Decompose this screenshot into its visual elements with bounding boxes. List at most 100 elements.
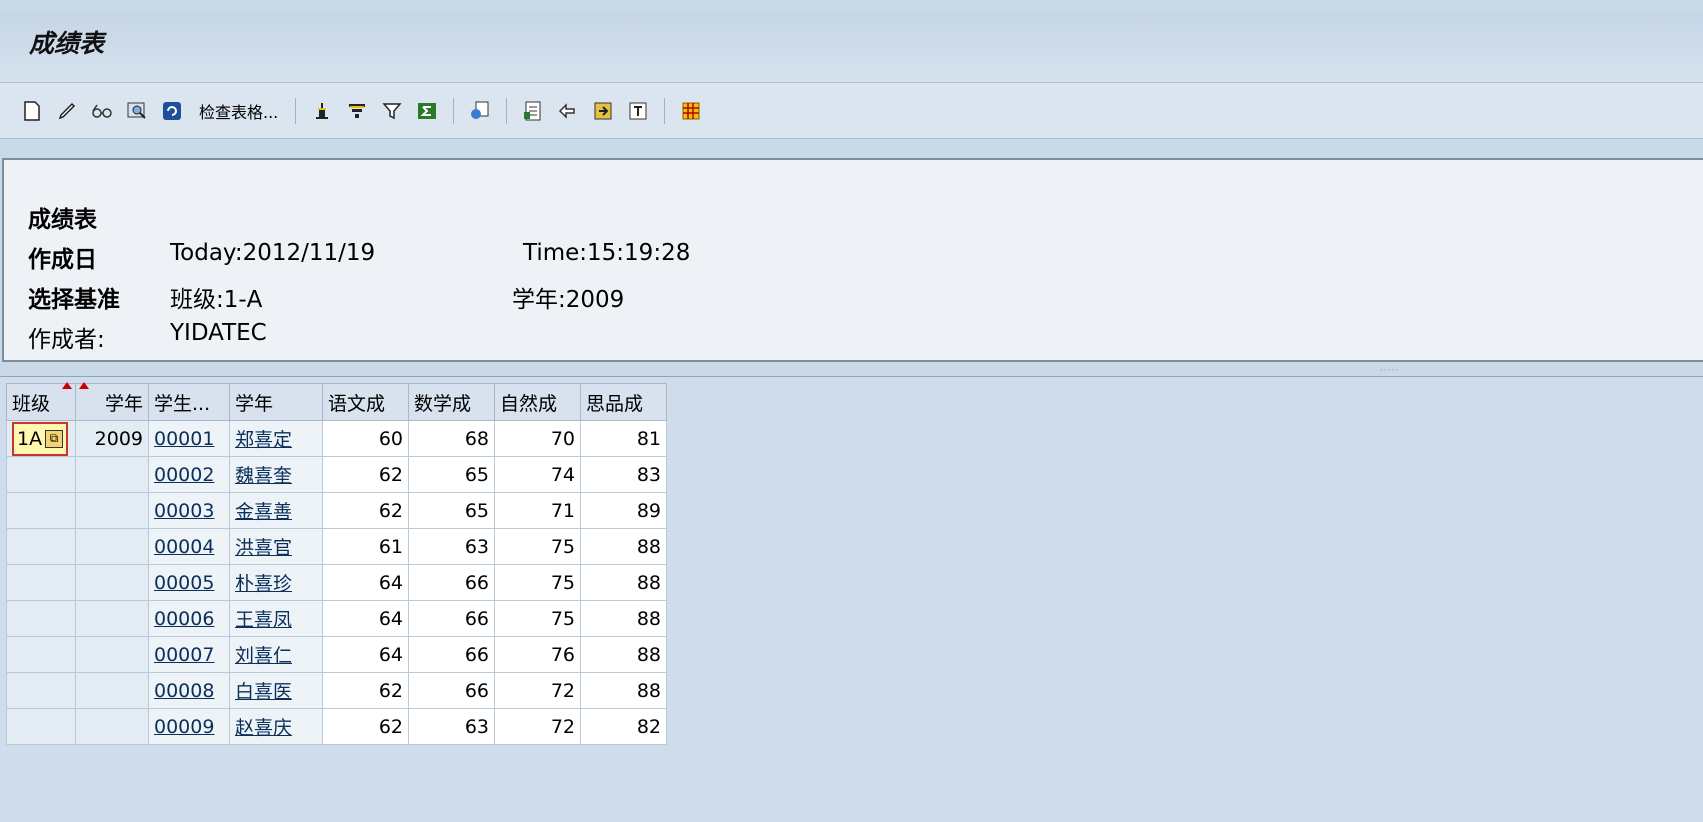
student-name-cell[interactable]: 郑喜定 (229, 420, 323, 457)
math-score-cell[interactable]: 66 (408, 600, 495, 637)
ethics-score-cell[interactable]: 83 (580, 456, 667, 493)
math-score-cell[interactable]: 65 (408, 492, 495, 529)
ethics-score-cell[interactable]: 88 (580, 636, 667, 673)
refresh-icon[interactable] (158, 97, 186, 125)
ethics-score-cell[interactable]: 82 (580, 708, 667, 745)
science-score-cell[interactable]: 72 (494, 708, 581, 745)
student-name-cell[interactable]: 朴喜珍 (229, 564, 323, 601)
export-icon[interactable] (466, 97, 494, 125)
chinese-score-cell[interactable]: 60 (322, 420, 409, 457)
ethics-score-cell[interactable]: 81 (580, 420, 667, 457)
student-name-cell[interactable]: 王喜凤 (229, 600, 323, 637)
ethics-score-cell[interactable]: 89 (580, 492, 667, 529)
table-row[interactable]: 00008 白喜医 62 66 72 88 (6, 672, 667, 709)
chinese-score-cell[interactable]: 61 (322, 528, 409, 565)
ethics-score-cell[interactable]: 88 (580, 564, 667, 601)
check-table-button[interactable]: 检查表格... (199, 99, 278, 123)
column-header-math[interactable]: 数学成 (408, 383, 495, 421)
class-cell (6, 708, 76, 745)
column-header-year[interactable]: 学年 (75, 382, 149, 421)
window-title: 成绩表 (29, 29, 105, 58)
science-score-cell[interactable]: 75 (494, 600, 581, 637)
edit-icon[interactable] (53, 97, 81, 125)
expand-icon[interactable]: ⧉ (45, 429, 64, 448)
grid-icon[interactable] (677, 97, 705, 125)
column-header-ethics[interactable]: 思品成 (580, 383, 667, 421)
chinese-score-cell[interactable]: 64 (322, 564, 409, 601)
chinese-score-cell[interactable]: 62 (322, 672, 409, 709)
table-row[interactable]: 00004 洪喜官 61 63 75 88 (6, 528, 667, 565)
student-id-cell[interactable]: 00004 (148, 528, 230, 565)
ethics-score-cell[interactable]: 88 (580, 672, 667, 709)
math-score-cell[interactable]: 66 (408, 636, 495, 673)
table-row[interactable]: 00002 魏喜奎 62 65 74 83 (6, 456, 667, 493)
science-score-cell[interactable]: 75 (494, 528, 581, 565)
year-cell[interactable]: 2009 (75, 420, 149, 457)
math-score-cell[interactable]: 66 (408, 564, 495, 601)
column-header-class[interactable]: 班级 (6, 382, 76, 421)
sort-asc-icon[interactable] (308, 97, 336, 125)
science-score-cell[interactable]: 71 (494, 492, 581, 529)
chinese-score-cell[interactable]: 62 (322, 456, 409, 493)
student-id-cell[interactable]: 00008 (148, 672, 230, 709)
math-score-cell[interactable]: 63 (408, 528, 495, 565)
student-id-cell[interactable]: 00007 (148, 636, 230, 673)
class-cell[interactable]: 1A ⧉ (6, 420, 76, 457)
science-score-cell[interactable]: 70 (494, 420, 581, 457)
filter-icon[interactable] (343, 97, 371, 125)
save-icon[interactable] (589, 97, 617, 125)
column-header-science[interactable]: 自然成 (494, 383, 581, 421)
class-cell (6, 672, 76, 709)
year-cell (75, 636, 149, 673)
year-cell (75, 492, 149, 529)
splitter-grip[interactable]: ····· (1380, 366, 1399, 376)
student-id-cell[interactable]: 00006 (148, 600, 230, 637)
find-icon[interactable] (123, 97, 151, 125)
student-id-cell[interactable]: 00001 (148, 420, 230, 457)
student-name-cell[interactable]: 赵喜庆 (229, 708, 323, 745)
class-cell (6, 492, 76, 529)
column-header-chinese[interactable]: 语文成 (322, 383, 409, 421)
table-row[interactable]: 00009 赵喜庆 62 63 72 82 (6, 708, 667, 745)
chinese-score-cell[interactable]: 62 (322, 708, 409, 745)
science-score-cell[interactable]: 72 (494, 672, 581, 709)
table-row[interactable]: 00005 朴喜珍 64 66 75 88 (6, 564, 667, 601)
spreadsheet-icon[interactable] (519, 97, 547, 125)
student-name-cell[interactable]: 魏喜奎 (229, 456, 323, 493)
chinese-score-cell[interactable]: 64 (322, 600, 409, 637)
chinese-score-cell[interactable]: 64 (322, 636, 409, 673)
student-id-cell[interactable]: 00005 (148, 564, 230, 601)
table-row[interactable]: 00006 王喜凤 64 66 75 88 (6, 600, 667, 637)
student-id-cell[interactable]: 00002 (148, 456, 230, 493)
student-id-cell[interactable]: 00003 (148, 492, 230, 529)
layout-icon[interactable] (554, 97, 582, 125)
column-header-name[interactable]: 学年 (229, 383, 323, 421)
new-icon[interactable] (18, 97, 46, 125)
ethics-score-cell[interactable]: 88 (580, 600, 667, 637)
ethics-score-cell[interactable]: 88 (580, 528, 667, 565)
math-score-cell[interactable]: 68 (408, 420, 495, 457)
panel-splitter[interactable]: ····· (0, 364, 1703, 376)
math-score-cell[interactable]: 66 (408, 672, 495, 709)
column-header-student[interactable]: 学生... (148, 383, 230, 421)
science-score-cell[interactable]: 74 (494, 456, 581, 493)
year-cell (75, 456, 149, 493)
filter-set-icon[interactable] (378, 97, 406, 125)
sum-icon[interactable] (413, 97, 441, 125)
student-name-cell[interactable]: 刘喜仁 (229, 636, 323, 673)
student-name-cell[interactable]: 白喜医 (229, 672, 323, 709)
score-table: 班级 学年 学生... 学年 语文成 数学成 自然成 思品成 1A ⧉ 2009 00… (6, 382, 667, 745)
student-name-cell[interactable]: 金喜善 (229, 492, 323, 529)
student-id-cell[interactable]: 00009 (148, 708, 230, 745)
table-row[interactable]: 1A ⧉ 2009 00001 郑喜定 60 68 70 81 (6, 420, 667, 457)
science-score-cell[interactable]: 75 (494, 564, 581, 601)
math-score-cell[interactable]: 65 (408, 456, 495, 493)
chinese-score-cell[interactable]: 62 (322, 492, 409, 529)
math-score-cell[interactable]: 63 (408, 708, 495, 745)
glasses-icon[interactable] (88, 97, 116, 125)
abc-icon[interactable] (624, 97, 652, 125)
table-row[interactable]: 00003 金喜善 62 65 71 89 (6, 492, 667, 529)
student-name-cell[interactable]: 洪喜官 (229, 528, 323, 565)
science-score-cell[interactable]: 76 (494, 636, 581, 673)
table-row[interactable]: 00007 刘喜仁 64 66 76 88 (6, 636, 667, 673)
